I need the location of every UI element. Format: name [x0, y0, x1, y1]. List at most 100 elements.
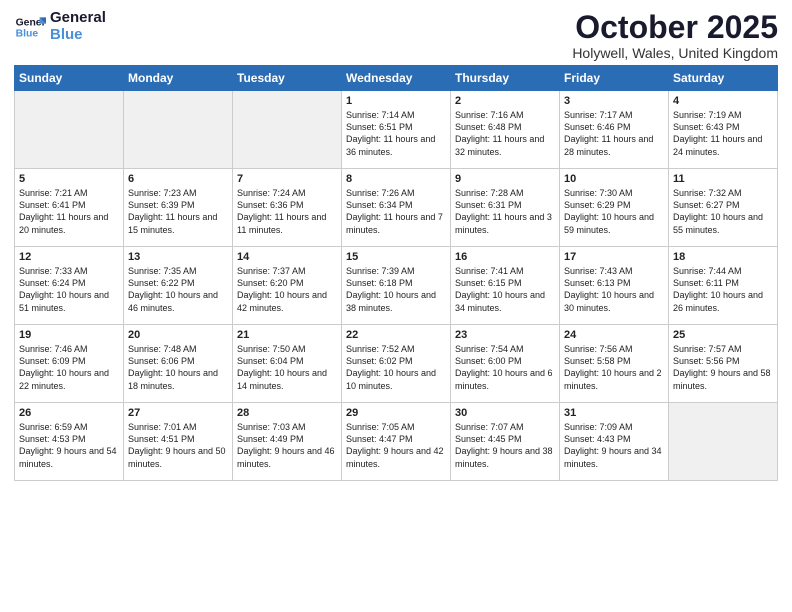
cell-content: Sunrise: 7:44 AM Sunset: 6:11 PM Dayligh… — [673, 265, 773, 314]
calendar-cell: 13Sunrise: 7:35 AM Sunset: 6:22 PM Dayli… — [124, 247, 233, 325]
cell-content: Sunrise: 7:50 AM Sunset: 6:04 PM Dayligh… — [237, 343, 337, 392]
day-header-thursday: Thursday — [451, 66, 560, 91]
calendar-cell: 26Sunrise: 6:59 AM Sunset: 4:53 PM Dayli… — [15, 403, 124, 481]
calendar-cell: 21 Sunrise: 7:50 AM Sunset: 6:04 PM Dayli… — [233, 325, 342, 403]
day-number: 3 — [564, 95, 664, 107]
month-title: October 2025 — [572, 10, 778, 45]
cell-content: Sunrise: 7:57 AM Sunset: 5:56 PM Dayligh… — [673, 343, 773, 392]
calendar-cell: 10 Sunrise: 7:30 AM Sunset: 6:29 PM Dayli… — [560, 169, 669, 247]
day-number: 10 — [564, 173, 664, 185]
day-number: 19 — [19, 329, 119, 341]
day-number: 2 — [455, 95, 555, 107]
day-header-friday: Friday — [560, 66, 669, 91]
calendar-cell: 29 Sunrise: 7:05 AM Sunset: 4:47 PM Dayli… — [342, 403, 451, 481]
calendar-cell: 24 Sunrise: 7:56 AM Sunset: 5:58 PM Dayli… — [560, 325, 669, 403]
cell-content: Sunrise: 7:52 AM Sunset: 6:02 PM Dayligh… — [346, 343, 446, 392]
cell-content: Sunrise: 7:16 AM Sunset: 6:48 PM Dayligh… — [455, 109, 555, 158]
page-container: General Blue General Blue October 2025 H… — [0, 0, 792, 487]
day-number: 12 — [19, 251, 119, 263]
day-number: 25 — [673, 329, 773, 341]
day-number: 23 — [455, 329, 555, 341]
cell-content: Sunrise: 7:03 AM Sunset: 4:49 PM Dayligh… — [237, 421, 337, 470]
calendar-cell: 4Sunrise: 7:19 AM Sunset: 6:43 PM Daylig… — [669, 91, 778, 169]
cell-content: Sunrise: 7:17 AM Sunset: 6:46 PM Dayligh… — [564, 109, 664, 158]
calendar-cell: 5 Sunrise: 7:21 AM Sunset: 6:41 PM Daylig… — [15, 169, 124, 247]
cell-content: Sunrise: 7:14 AM Sunset: 6:51 PM Dayligh… — [346, 109, 446, 158]
day-number: 28 — [237, 407, 337, 419]
cell-content: Sunrise: 7:26 AM Sunset: 6:34 PM Dayligh… — [346, 187, 446, 236]
day-number: 20 — [128, 329, 228, 341]
day-number: 14 — [237, 251, 337, 263]
day-number: 11 — [673, 173, 773, 185]
day-number: 5 — [19, 173, 119, 185]
day-header-wednesday: Wednesday — [342, 66, 451, 91]
calendar-cell: 7Sunrise: 7:24 AM Sunset: 6:36 PM Daylig… — [233, 169, 342, 247]
week-row-2: 5 Sunrise: 7:21 AM Sunset: 6:41 PM Daylig… — [15, 169, 778, 247]
calendar-cell: 9Sunrise: 7:28 AM Sunset: 6:31 PM Daylig… — [451, 169, 560, 247]
cell-content: Sunrise: 7:33 AM Sunset: 6:24 PM Dayligh… — [19, 265, 119, 314]
cell-content: Sunrise: 7:37 AM Sunset: 6:20 PM Dayligh… — [237, 265, 337, 314]
cell-content: Sunrise: 7:30 AM Sunset: 6:29 PM Dayligh… — [564, 187, 664, 236]
day-number: 15 — [346, 251, 446, 263]
logo-line2: Blue — [50, 27, 106, 44]
cell-content: Sunrise: 7:48 AM Sunset: 6:06 PM Dayligh… — [128, 343, 228, 392]
calendar-cell: 20 Sunrise: 7:48 AM Sunset: 6:06 PM Dayli… — [124, 325, 233, 403]
day-number: 4 — [673, 95, 773, 107]
calendar-cell: 1 Sunrise: 7:14 AM Sunset: 6:51 PM Daylig… — [342, 91, 451, 169]
calendar-cell — [124, 91, 233, 169]
day-number: 30 — [455, 407, 555, 419]
day-number: 24 — [564, 329, 664, 341]
day-header-saturday: Saturday — [669, 66, 778, 91]
day-number: 6 — [128, 173, 228, 185]
calendar-cell: 14 Sunrise: 7:37 AM Sunset: 6:20 PM Dayli… — [233, 247, 342, 325]
calendar-cell: 23 Sunrise: 7:54 AM Sunset: 6:00 PM Dayli… — [451, 325, 560, 403]
cell-content: Sunrise: 7:39 AM Sunset: 6:18 PM Dayligh… — [346, 265, 446, 314]
calendar-cell — [233, 91, 342, 169]
calendar-cell: 30 Sunrise: 7:07 AM Sunset: 4:45 PM Dayli… — [451, 403, 560, 481]
svg-text:Blue: Blue — [16, 28, 39, 39]
cell-content: Sunrise: 7:21 AM Sunset: 6:41 PM Dayligh… — [19, 187, 119, 236]
calendar-cell: 31Sunrise: 7:09 AM Sunset: 4:43 PM Dayli… — [560, 403, 669, 481]
calendar-cell: 17 Sunrise: 7:43 AM Sunset: 6:13 PM Dayli… — [560, 247, 669, 325]
week-row-5: 26Sunrise: 6:59 AM Sunset: 4:53 PM Dayli… — [15, 403, 778, 481]
day-number: 21 — [237, 329, 337, 341]
calendar-cell — [15, 91, 124, 169]
calendar-cell: 3 Sunrise: 7:17 AM Sunset: 6:46 PM Daylig… — [560, 91, 669, 169]
location: Holywell, Wales, United Kingdom — [572, 45, 778, 61]
calendar-cell: 19Sunrise: 7:46 AM Sunset: 6:09 PM Dayli… — [15, 325, 124, 403]
calendar-cell — [669, 403, 778, 481]
calendar-cell: 11Sunrise: 7:32 AM Sunset: 6:27 PM Dayli… — [669, 169, 778, 247]
header: General Blue General Blue October 2025 H… — [14, 10, 778, 61]
week-row-3: 12 Sunrise: 7:33 AM Sunset: 6:24 PM Dayli… — [15, 247, 778, 325]
calendar-cell: 28 Sunrise: 7:03 AM Sunset: 4:49 PM Dayli… — [233, 403, 342, 481]
cell-content: Sunrise: 7:41 AM Sunset: 6:15 PM Dayligh… — [455, 265, 555, 314]
day-number: 22 — [346, 329, 446, 341]
calendar-cell: 15 Sunrise: 7:39 AM Sunset: 6:18 PM Dayli… — [342, 247, 451, 325]
day-number: 18 — [673, 251, 773, 263]
cell-content: Sunrise: 7:07 AM Sunset: 4:45 PM Dayligh… — [455, 421, 555, 470]
day-header-monday: Monday — [124, 66, 233, 91]
day-number: 31 — [564, 407, 664, 419]
calendar-cell: 8Sunrise: 7:26 AM Sunset: 6:34 PM Daylig… — [342, 169, 451, 247]
calendar-table: SundayMondayTuesdayWednesdayThursdayFrid… — [14, 65, 778, 481]
cell-content: Sunrise: 7:01 AM Sunset: 4:51 PM Dayligh… — [128, 421, 228, 470]
day-number: 13 — [128, 251, 228, 263]
cell-content: Sunrise: 7:23 AM Sunset: 6:39 PM Dayligh… — [128, 187, 228, 236]
calendar-cell: 25 Sunrise: 7:57 AM Sunset: 5:56 PM Dayli… — [669, 325, 778, 403]
calendar-cell: 2 Sunrise: 7:16 AM Sunset: 6:48 PM Daylig… — [451, 91, 560, 169]
day-number: 27 — [128, 407, 228, 419]
day-number: 1 — [346, 95, 446, 107]
calendar-cell: 16Sunrise: 7:41 AM Sunset: 6:15 PM Dayli… — [451, 247, 560, 325]
cell-content: Sunrise: 7:54 AM Sunset: 6:00 PM Dayligh… — [455, 343, 555, 392]
cell-content: Sunrise: 7:56 AM Sunset: 5:58 PM Dayligh… — [564, 343, 664, 392]
cell-content: Sunrise: 7:43 AM Sunset: 6:13 PM Dayligh… — [564, 265, 664, 314]
cell-content: Sunrise: 7:05 AM Sunset: 4:47 PM Dayligh… — [346, 421, 446, 470]
logo-icon: General Blue — [14, 11, 46, 43]
logo-line1: General — [50, 10, 106, 27]
day-number: 17 — [564, 251, 664, 263]
logo: General Blue General Blue — [14, 10, 106, 43]
calendar-cell: 12 Sunrise: 7:33 AM Sunset: 6:24 PM Dayli… — [15, 247, 124, 325]
calendar-cell: 22 Sunrise: 7:52 AM Sunset: 6:02 PM Dayli… — [342, 325, 451, 403]
day-number: 29 — [346, 407, 446, 419]
day-number: 26 — [19, 407, 119, 419]
